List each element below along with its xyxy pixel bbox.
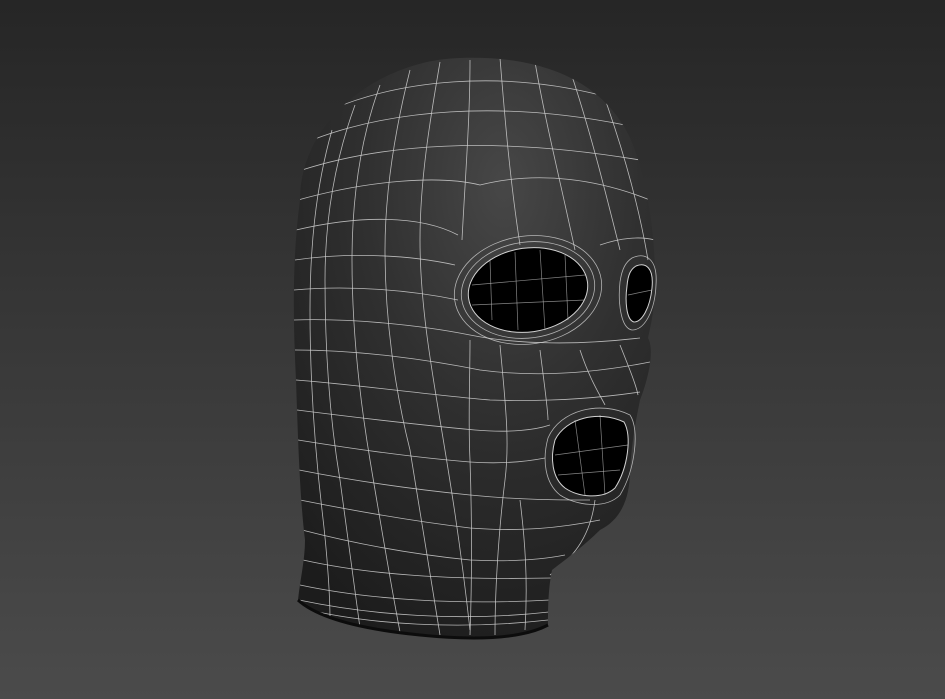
3d-viewport[interactable] [0, 0, 945, 699]
viewport-canvas [0, 0, 945, 699]
